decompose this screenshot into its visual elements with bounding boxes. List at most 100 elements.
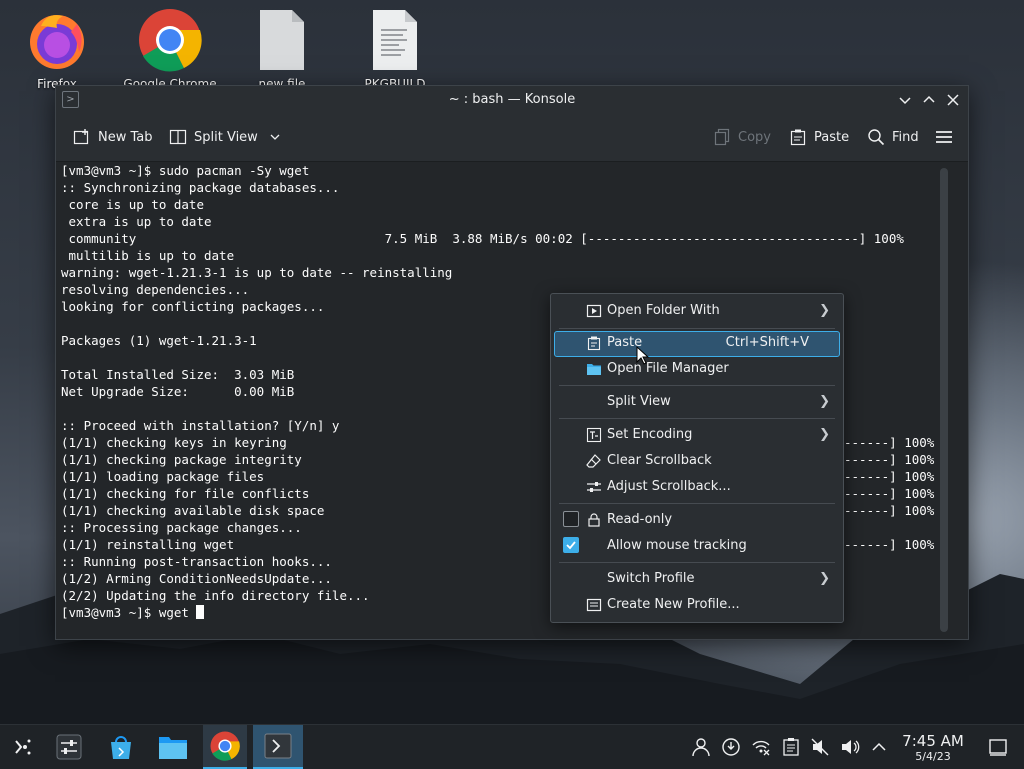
menu-item-read-only[interactable]: Read-only <box>554 508 840 532</box>
clipboard-icon[interactable] <box>781 737 801 757</box>
menu-separator <box>559 562 835 563</box>
firefox-icon <box>30 15 84 69</box>
minimize-button[interactable] <box>896 91 914 109</box>
application-launcher-button[interactable] <box>0 725 44 769</box>
paste-button[interactable]: Paste <box>789 128 849 146</box>
menu-item-set-encoding[interactable]: Set Encoding ❯ <box>554 423 840 447</box>
title-bar[interactable]: > ~ : bash — Konsole <box>56 86 968 114</box>
lock-icon <box>588 513 600 527</box>
audio-muted-icon[interactable] <box>810 737 830 757</box>
progress-tail: ------] 100% <box>844 486 935 501</box>
taskbar: 7:45 AM 5/4/23 <box>0 724 1024 769</box>
taskbar-konsole[interactable] <box>253 725 303 769</box>
terminal-line: Total Installed Size: 3.03 MiB <box>61 367 295 382</box>
clock[interactable]: 7:45 AM 5/4/23 <box>896 732 970 764</box>
menu-item-label: Allow mouse tracking <box>607 538 747 553</box>
menu-item-label: Read-only <box>607 512 673 527</box>
hamburger-menu-button[interactable] <box>934 127 954 147</box>
folder-icon <box>587 364 601 375</box>
menu-item-label: Switch Profile <box>607 571 695 586</box>
terminal-line: Net Upgrade Size: 0.00 MiB <box>61 384 295 399</box>
terminal-line: (2/2) Updating the info directory file..… <box>61 588 370 603</box>
progress-tail: ------] 100% <box>844 503 935 518</box>
copy-label: Copy <box>738 129 771 145</box>
maximize-button[interactable] <box>920 91 938 109</box>
terminal-line: multilib is up to date <box>61 248 235 263</box>
toolbar: New Tab Split View Copy Paste Find <box>56 114 968 162</box>
menu-item-split-view[interactable]: Split View ❯ <box>554 390 840 414</box>
desktop-icon-chrome[interactable]: Google Chrome <box>120 8 220 92</box>
file-icon <box>260 10 304 70</box>
paste-icon <box>587 336 601 351</box>
desktop-icon-firefox[interactable]: Firefox <box>7 8 107 92</box>
terminal-line: extra is up to date <box>61 214 212 229</box>
taskbar-chrome[interactable] <box>203 725 247 769</box>
chevron-right-icon: ❯ <box>819 394 830 409</box>
checkmark-icon <box>566 541 576 550</box>
chevron-up-icon[interactable] <box>869 737 889 757</box>
split-view-icon <box>169 129 187 145</box>
desktop-icon-new-file[interactable]: new file <box>232 8 332 92</box>
terminal-scrollbar[interactable] <box>940 168 948 632</box>
terminal-line: :: Synchronizing package databases... <box>61 180 340 195</box>
chrome-icon <box>210 731 240 761</box>
menu-item-paste[interactable]: Paste Ctrl+Shift+V <box>554 331 840 357</box>
search-icon <box>868 129 885 146</box>
clear-icon <box>586 454 601 468</box>
terminal-line: (1/1) checking available disk space <box>61 503 325 518</box>
copy-button[interactable]: Copy <box>713 128 771 146</box>
context-menu: Open Folder With ❯ Paste Ctrl+Shift+V Op… <box>550 293 844 623</box>
chevron-right-icon: ❯ <box>819 427 830 442</box>
menu-separator <box>559 503 835 504</box>
adjust-icon <box>587 482 601 492</box>
chevron-down-icon <box>270 134 280 140</box>
show-desktop-icon[interactable] <box>988 737 1008 757</box>
menu-separator <box>559 385 835 386</box>
menu-item-create-new-profile[interactable]: Create New Profile... <box>554 593 840 617</box>
open-with-icon <box>586 304 602 318</box>
find-button[interactable]: Find <box>867 128 919 146</box>
volume-icon[interactable] <box>840 737 860 757</box>
progress-tail: ------] 100% <box>844 452 935 467</box>
taskbar-dolphin[interactable] <box>151 725 195 769</box>
progress-tail: ------] 100% <box>844 537 935 552</box>
hamburger-menu-icon <box>936 131 952 143</box>
text-file-icon <box>373 10 417 70</box>
taskbar-discover[interactable] <box>99 725 143 769</box>
copy-icon <box>714 128 730 146</box>
taskbar-system-settings[interactable] <box>47 725 91 769</box>
update-notifier-icon[interactable] <box>721 737 741 757</box>
chevron-up-icon <box>923 95 935 103</box>
terminal-line: [vm3@vm3 ~]$ sudo pacman -Sy wget <box>61 163 310 178</box>
menu-item-label: Create New Profile... <box>607 597 740 612</box>
mouse-pointer-icon <box>636 346 650 365</box>
konsole-icon <box>264 733 292 759</box>
menu-item-label: Clear Scrollback <box>607 453 712 468</box>
allow-mouse-tracking-checkbox[interactable] <box>563 537 579 553</box>
close-icon <box>947 94 959 106</box>
menu-item-switch-profile[interactable]: Switch Profile ❯ <box>554 567 840 591</box>
read-only-checkbox[interactable] <box>563 511 579 527</box>
menu-item-allow-mouse-tracking[interactable]: Allow mouse tracking <box>554 534 840 558</box>
network-icon[interactable] <box>751 737 771 757</box>
new-tab-button[interactable]: New Tab <box>73 128 153 146</box>
chevron-right-icon: ❯ <box>819 571 830 586</box>
desktop-icon-pkgbuild[interactable]: PKGBUILD <box>345 8 445 92</box>
window-title: ~ : bash — Konsole <box>448 92 576 107</box>
terminal-line: (1/1) checking for file conflicts <box>61 486 310 501</box>
user-icon[interactable] <box>691 737 711 757</box>
menu-item-open-file-manager[interactable]: Open File Manager <box>554 357 840 381</box>
new-profile-icon <box>586 598 602 612</box>
paste-icon <box>790 129 806 146</box>
clock-time: 7:45 AM <box>902 732 964 750</box>
close-button[interactable] <box>944 91 962 109</box>
split-view-button[interactable]: Split View <box>169 128 281 146</box>
terminal-line: (1/1) checking package integrity <box>61 452 302 467</box>
menu-item-clear-scrollback[interactable]: Clear Scrollback <box>554 449 840 473</box>
folder-icon <box>159 737 187 759</box>
new-tab-label: New Tab <box>98 129 153 145</box>
menu-item-adjust-scrollback[interactable]: Adjust Scrollback... <box>554 475 840 499</box>
terminal-line: :: Processing package changes... <box>61 520 302 535</box>
terminal-line: core is up to date <box>61 197 204 212</box>
menu-item-open-folder-with[interactable]: Open Folder With ❯ <box>554 299 840 323</box>
